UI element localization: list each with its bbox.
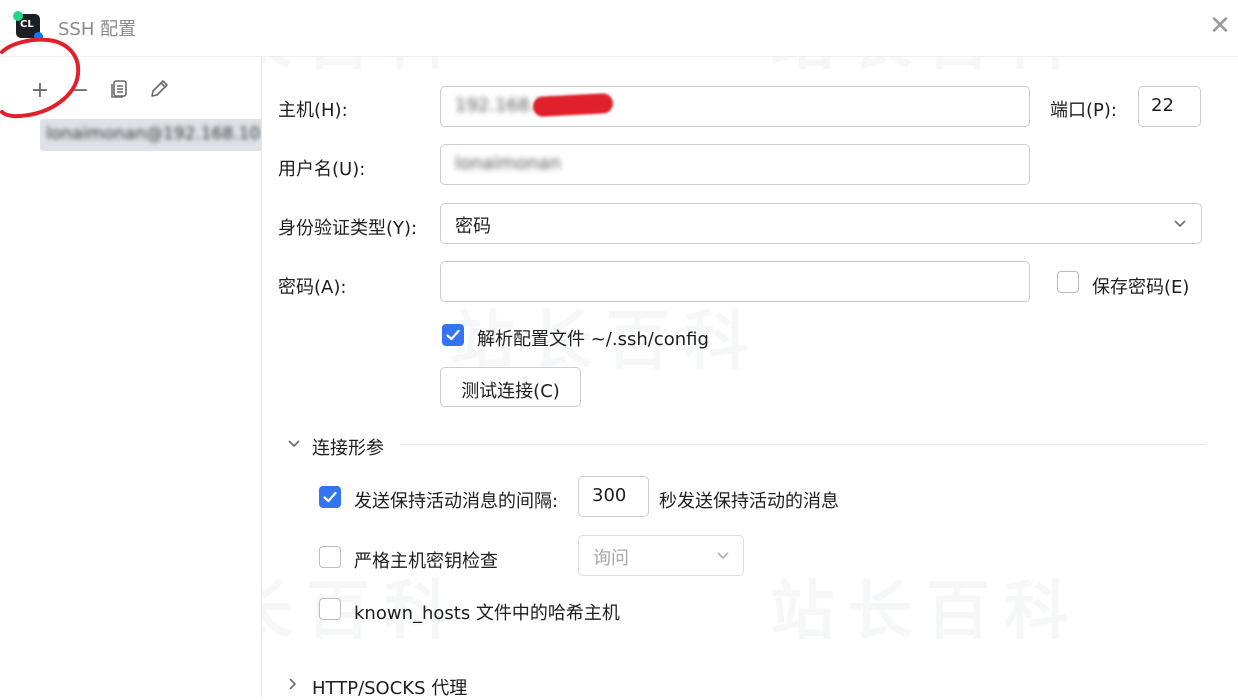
test-connection-button[interactable]: 测试连接(C) — [440, 367, 581, 407]
host-list-pane — [0, 57, 262, 697]
username-label: 用户名(U): — [278, 159, 366, 180]
username-input[interactable]: lonaimonan — [440, 144, 1030, 185]
strict-host-key-select[interactable]: 询问 — [578, 535, 744, 576]
keepalive-suffix: 秒发送保持活动的消息 — [659, 491, 839, 512]
port-label: 端口(P): — [1050, 100, 1117, 121]
auth-type-value: 密码 — [455, 216, 491, 237]
watermark: 站长百科 — [770, 575, 1082, 649]
strict-host-key-label: 严格主机密钥检查 — [354, 551, 498, 572]
password-label: 密码(A): — [278, 277, 347, 298]
password-input[interactable] — [440, 261, 1030, 302]
test-connection-label: 测试连接(C) — [461, 381, 560, 402]
chevron-down-icon — [717, 552, 729, 560]
keepalive-checkbox[interactable] — [319, 486, 341, 508]
save-password-label: 保存密码(E) — [1092, 277, 1190, 298]
host-label: 主机(H): — [278, 100, 348, 121]
section-divider — [400, 444, 1206, 445]
keepalive-interval-value: 300 — [592, 485, 627, 506]
hash-known-hosts-checkbox[interactable] — [319, 598, 341, 620]
keepalive-label: 发送保持活动消息的间隔: — [354, 491, 559, 512]
host-list-item-selected[interactable]: lonaimonan@192.168.10 — [40, 119, 261, 151]
parse-config-label: 解析配置文件 ~/.ssh/config — [477, 329, 709, 350]
strict-host-key-value: 询问 — [593, 548, 629, 569]
hash-known-hosts-label: known_hosts 文件中的哈希主机 — [354, 603, 620, 624]
title-bar — [0, 0, 1238, 57]
red-annotation-mark — [0, 37, 81, 119]
chevron-down-icon — [1174, 220, 1186, 228]
port-input[interactable]: 22 — [1138, 86, 1201, 127]
host-list-item-label: lonaimonan@192.168.10 — [46, 124, 261, 144]
auth-type-select[interactable]: 密码 — [440, 203, 1202, 244]
parse-config-checkbox[interactable] — [442, 324, 464, 346]
auth-type-label: 身份验证类型(Y): — [278, 218, 418, 239]
pencil-icon[interactable] — [146, 78, 172, 104]
redaction-scribble — [532, 92, 614, 118]
save-password-checkbox[interactable] — [1057, 271, 1079, 293]
keepalive-interval-input[interactable]: 300 — [578, 476, 649, 517]
proxy-section-title[interactable]: HTTP/SOCKS 代理 — [312, 674, 467, 700]
username-value: lonaimonan — [455, 153, 561, 174]
chevron-right-icon[interactable] — [287, 677, 299, 691]
connection-params-title[interactable]: 连接形参 — [312, 434, 384, 460]
port-value: 22 — [1151, 95, 1174, 116]
close-icon[interactable]: ✕ — [1206, 12, 1234, 40]
chevron-down-icon[interactable] — [287, 438, 301, 450]
host-input[interactable]: 192.168.10.101 — [440, 86, 1030, 127]
copy-icon[interactable] — [106, 78, 132, 104]
strict-host-key-checkbox[interactable] — [319, 546, 341, 568]
